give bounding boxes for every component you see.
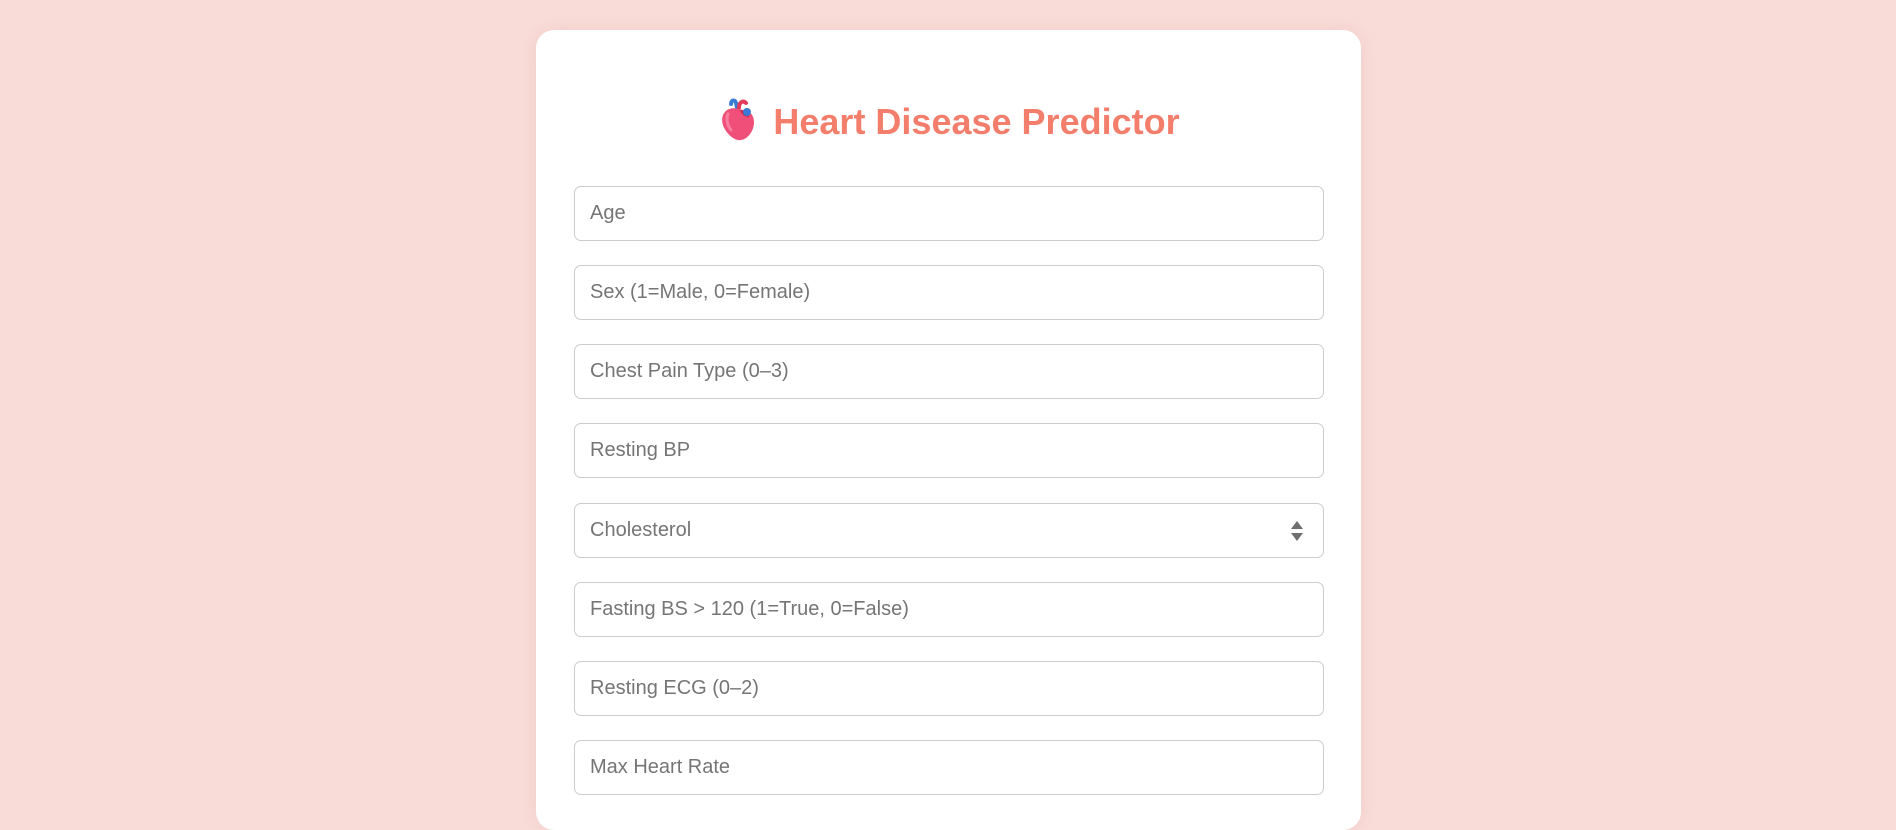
chest-pain-type-input[interactable]: Chest Pain Type (0–3) bbox=[574, 344, 1324, 399]
sex-input[interactable]: Sex (1=Male, 0=Female) bbox=[574, 265, 1324, 320]
predictor-card: Heart Disease Predictor Age Sex (1=Male,… bbox=[536, 30, 1361, 830]
sex-placeholder: Sex (1=Male, 0=Female) bbox=[590, 281, 811, 303]
number-spinner-icon[interactable] bbox=[1290, 519, 1304, 543]
age-placeholder: Age bbox=[590, 202, 626, 224]
resting-bp-input[interactable]: Resting BP bbox=[574, 423, 1324, 478]
resting-bp-placeholder: Resting BP bbox=[590, 439, 691, 461]
anatomical-heart-icon bbox=[722, 98, 755, 141]
fasting-bs-placeholder: Fasting BS > 120 (1=True, 0=False) bbox=[590, 598, 909, 620]
cholesterol-placeholder: Cholesterol bbox=[590, 519, 692, 541]
cholesterol-input[interactable]: Cholesterol bbox=[574, 503, 1324, 558]
age-input[interactable]: Age bbox=[574, 186, 1324, 241]
chest-pain-type-placeholder: Chest Pain Type (0–3) bbox=[590, 360, 789, 382]
fasting-bs-input[interactable]: Fasting BS > 120 (1=True, 0=False) bbox=[574, 582, 1324, 637]
title-text: Heart Disease Predictor bbox=[773, 101, 1180, 142]
resting-ecg-input[interactable]: Resting ECG (0–2) bbox=[574, 661, 1324, 716]
resting-ecg-placeholder: Resting ECG (0–2) bbox=[590, 677, 759, 699]
max-heart-rate-placeholder: Max Heart Rate bbox=[590, 756, 731, 778]
max-heart-rate-input[interactable]: Max Heart Rate bbox=[574, 740, 1324, 795]
page-title: Heart Disease Predictor bbox=[536, 98, 1361, 146]
